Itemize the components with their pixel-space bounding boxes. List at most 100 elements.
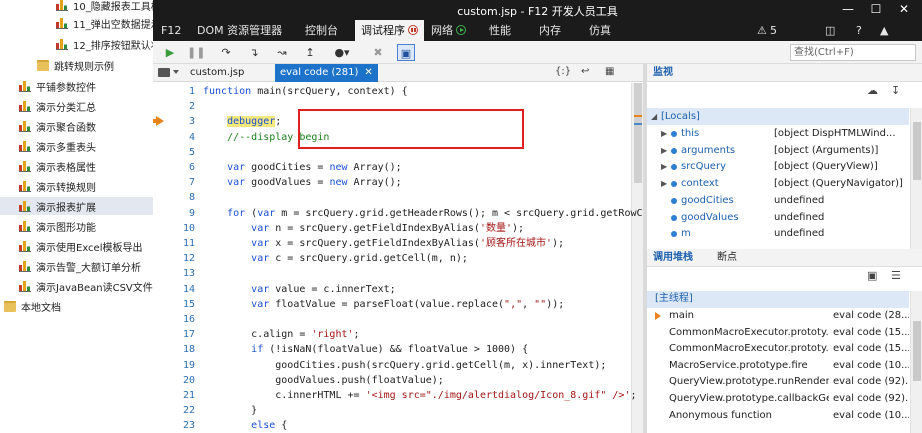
thread-group[interactable]: [主线程] bbox=[647, 291, 909, 308]
exception-break-icon[interactable]: ●▾ bbox=[333, 44, 351, 61]
line-number[interactable]: 17 bbox=[169, 327, 195, 342]
tree-item[interactable]: 演示多重表头 bbox=[0, 137, 153, 155]
line-number[interactable]: 9 bbox=[169, 206, 195, 221]
minimize-button[interactable]: — bbox=[838, 2, 858, 16]
callstack-row[interactable]: CommonMacroExecutor.prototy... eval code … bbox=[647, 341, 909, 358]
line-number[interactable]: 8 bbox=[169, 190, 195, 205]
tree-item[interactable]: 演示表格属性 bbox=[0, 157, 153, 175]
restore-button[interactable]: ☐ bbox=[866, 2, 886, 16]
line-number[interactable]: 16 bbox=[169, 312, 195, 327]
tab-debugger[interactable]: 调试程序 bbox=[355, 20, 424, 41]
close-button[interactable]: ✕ bbox=[894, 2, 914, 16]
callstack-row[interactable]: main eval code (28... bbox=[647, 308, 909, 325]
expand-icon[interactable]: ▶ bbox=[661, 142, 667, 159]
watch-row[interactable]: ▶ this [object DispHTMLWind... bbox=[647, 125, 909, 142]
code-line[interactable]: 19 goodCities.push(srcQuery.grid.getCell… bbox=[153, 358, 631, 373]
callstack-options-icon[interactable]: ☰ bbox=[891, 269, 901, 282]
chevron-down-icon[interactable] bbox=[173, 70, 179, 74]
code-line[interactable]: 1 function main(srcQuery, context) { bbox=[153, 84, 631, 99]
line-number[interactable]: 23 bbox=[169, 418, 195, 433]
line-number[interactable]: 18 bbox=[169, 342, 195, 357]
watch-scrollbar[interactable] bbox=[910, 108, 922, 249]
locals-group[interactable]: ◢ [Locals] bbox=[647, 108, 909, 125]
line-number[interactable]: 21 bbox=[169, 388, 195, 403]
tree-item[interactable]: 跳转规则示例 bbox=[0, 56, 153, 74]
code-line[interactable]: 16 bbox=[153, 312, 631, 327]
code-line[interactable]: 22 } bbox=[153, 403, 631, 418]
source-map-icon[interactable]: ▦ bbox=[605, 66, 614, 77]
code-line[interactable]: 9 for (var m = srcQuery.grid.getHeaderRo… bbox=[153, 206, 643, 221]
word-wrap-icon[interactable]: ↩ bbox=[581, 66, 589, 77]
line-number[interactable]: 3 bbox=[169, 114, 195, 129]
callstack-row[interactable]: Anonymous function eval code (10... bbox=[647, 408, 909, 425]
break-button[interactable]: ❚❚ bbox=[187, 44, 205, 61]
tab-performance[interactable]: 性能 bbox=[489, 20, 511, 41]
continue-button[interactable]: ▶ bbox=[161, 44, 179, 61]
tab-console[interactable]: 控制台 bbox=[305, 20, 338, 41]
tree-item[interactable]: 演示告警_大额订单分析 bbox=[0, 257, 153, 275]
collapse-icon[interactable]: ◢ bbox=[651, 108, 657, 125]
expand-icon[interactable]: ▶ bbox=[661, 158, 667, 175]
line-number[interactable]: 2 bbox=[169, 99, 195, 114]
code-line[interactable]: 14 var value = c.innerText; bbox=[153, 282, 631, 297]
line-number[interactable]: 15 bbox=[169, 297, 195, 312]
line-number[interactable]: 22 bbox=[169, 403, 195, 418]
tree-item[interactable]: 演示聚合函数 bbox=[0, 117, 153, 135]
tree-item[interactable]: 演示分类汇总 bbox=[0, 97, 153, 115]
disable-breakpoints-icon[interactable]: ✖ bbox=[369, 44, 387, 61]
break-new-worker-icon[interactable]: ↷ bbox=[217, 44, 235, 61]
expand-icon[interactable]: ▶ bbox=[661, 125, 667, 142]
collapse-all-icon[interactable]: ↧ bbox=[891, 84, 900, 97]
show-frames-icon[interactable]: ▣ bbox=[867, 269, 877, 282]
tree-item[interactable]: 12_排序按钮默认状 bbox=[0, 35, 153, 53]
find-input[interactable]: 查找(Ctrl+F) bbox=[790, 44, 916, 61]
watch-row[interactable]: ▶ arguments [object (Arguments)] bbox=[647, 142, 909, 159]
line-number[interactable]: 19 bbox=[169, 358, 195, 373]
code-line[interactable]: 13 bbox=[153, 266, 631, 281]
help-icon[interactable]: ? bbox=[856, 20, 862, 41]
file-tab-eval-code[interactable]: eval code (281) ✕ bbox=[275, 64, 378, 82]
step-out-icon[interactable]: ↥ bbox=[301, 44, 319, 61]
callstack-row[interactable]: CommonMacroExecutor.prototy... eval code … bbox=[647, 325, 909, 342]
close-tab-icon[interactable]: ✕ bbox=[364, 67, 372, 78]
tree-item[interactable]: 演示图形功能 bbox=[0, 217, 153, 235]
tree-item[interactable]: 本地文档 bbox=[0, 297, 153, 315]
code-line[interactable]: 15 var floatValue = parseFloat(value.rep… bbox=[153, 297, 631, 312]
code-line[interactable]: 8 bbox=[153, 190, 631, 205]
pretty-print-icon[interactable]: {:} bbox=[555, 66, 571, 77]
add-watch-icon[interactable]: ☁ bbox=[867, 84, 878, 97]
open-document-icon[interactable] bbox=[158, 68, 170, 77]
console-toggle-icon[interactable]: ◫ bbox=[825, 20, 835, 41]
tab-dom-explorer[interactable]: DOM 资源管理器 bbox=[197, 20, 282, 41]
line-number[interactable]: 14 bbox=[169, 282, 195, 297]
code-scrollbar[interactable] bbox=[631, 83, 643, 433]
code-line[interactable]: 23 else { bbox=[153, 418, 631, 433]
line-number[interactable]: 6 bbox=[169, 160, 195, 175]
code-line[interactable]: 20 goodValues.push(floatValue); bbox=[153, 373, 631, 388]
watch-scrollbar-thumb[interactable] bbox=[913, 122, 921, 180]
watch-row[interactable]: goodCities undefined bbox=[647, 192, 909, 209]
watch-row[interactable]: goodValues undefined bbox=[647, 209, 909, 226]
code-line[interactable]: 6 var goodCities = new Array(); bbox=[153, 160, 631, 175]
code-line[interactable]: 11 var x = srcQuery.getFieldIndexByAlias… bbox=[153, 236, 631, 251]
tab-breakpoints[interactable]: 断点 bbox=[717, 249, 737, 267]
line-number[interactable]: 1 bbox=[169, 84, 195, 99]
callstack-scrollbar[interactable] bbox=[910, 291, 922, 433]
expand-icon[interactable]: ▶ bbox=[661, 175, 667, 192]
line-number[interactable]: 12 bbox=[169, 251, 195, 266]
code-line[interactable]: 10 var n = srcQuery.getFieldIndexByAlias… bbox=[153, 221, 631, 236]
tree-item[interactable]: 10_隐藏报表工具栏 bbox=[0, 0, 153, 14]
callstack-scrollbar-thumb[interactable] bbox=[913, 321, 921, 381]
tree-item[interactable]: 演示JavaBean读CSV文件 bbox=[0, 277, 153, 295]
code-scrollbar-thumb[interactable] bbox=[634, 83, 642, 183]
tab-memory[interactable]: 内存 bbox=[539, 20, 561, 41]
warning-icon[interactable]: ⚠ bbox=[757, 20, 767, 41]
line-number[interactable]: 5 bbox=[169, 145, 195, 160]
step-into-icon[interactable]: ↴ bbox=[245, 44, 263, 61]
line-number[interactable]: 13 bbox=[169, 266, 195, 281]
tab-callstack[interactable]: 调用堆栈 bbox=[653, 252, 693, 263]
code-line[interactable]: 12 var c = srcQuery.grid.getCell(m, n); bbox=[153, 251, 631, 266]
tree-item[interactable]: 演示报表扩展 bbox=[0, 197, 153, 215]
tab-f12[interactable]: F12 bbox=[161, 20, 181, 41]
watch-row[interactable]: ▶ srcQuery [object (QueryView)] bbox=[647, 158, 909, 175]
